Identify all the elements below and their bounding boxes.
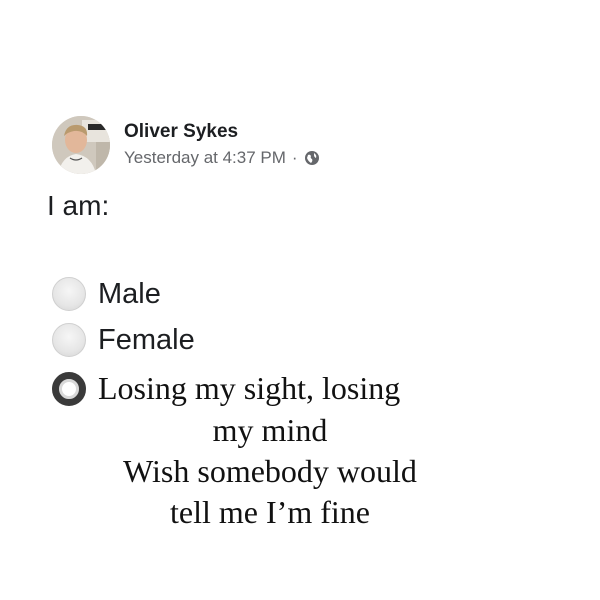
post-card: Oliver Sykes Yesterday at 4:37 PM · I am…: [0, 0, 600, 600]
poll-option-label: Female: [98, 323, 195, 356]
poll-option-male[interactable]: Male: [52, 277, 161, 311]
poll-option-label: Losing my sight, losing: [98, 370, 401, 406]
poll-option-label: Male: [98, 277, 161, 310]
lyric-line: tell me I’m fine: [170, 494, 370, 530]
radio-button-unchecked[interactable]: [52, 323, 86, 357]
avatar[interactable]: [52, 116, 110, 174]
poll-option-lyric[interactable]: Losing my sight, losing: [52, 370, 400, 407]
poll-question: I am:: [47, 190, 110, 221]
post-timestamp[interactable]: Yesterday at 4:37 PM: [124, 148, 286, 168]
globe-icon[interactable]: [304, 150, 320, 166]
radio-button-checked[interactable]: [52, 371, 86, 406]
meta-separator: ·: [291, 148, 298, 167]
lyric-line: my mind: [212, 412, 328, 448]
avatar-photo: [52, 116, 110, 174]
radio-button-unchecked[interactable]: [52, 277, 86, 311]
post-meta: Yesterday at 4:37 PM ·: [124, 148, 320, 168]
author-name[interactable]: Oliver Sykes: [124, 121, 238, 143]
poll-option-female[interactable]: Female: [52, 323, 195, 357]
lyric-line: Wish somebody would: [123, 453, 417, 489]
